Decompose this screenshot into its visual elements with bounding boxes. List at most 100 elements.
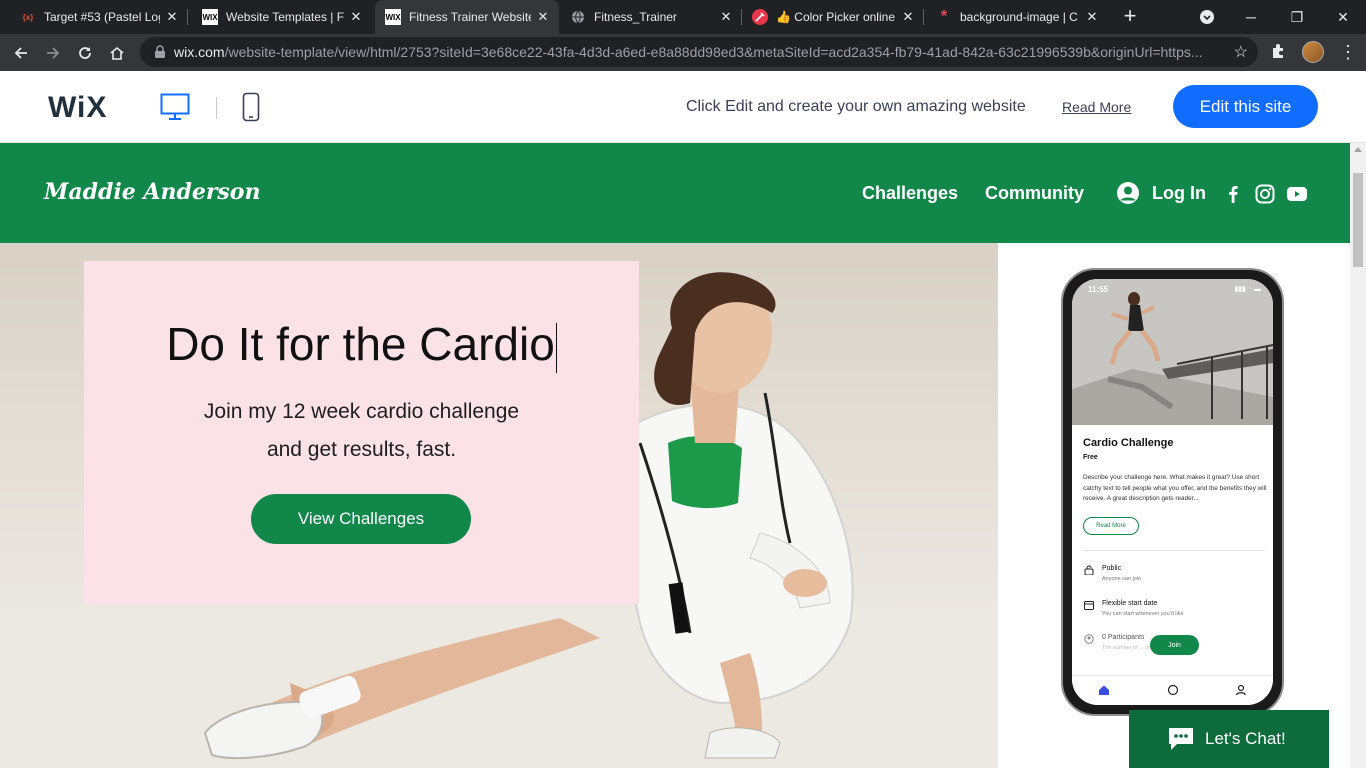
participants-icon [1084, 634, 1094, 644]
browser-tab[interactable]: * background-image | C ✕ [928, 0, 1108, 34]
tab-favicon-icon: * [940, 8, 948, 25]
phone-read-more-button[interactable]: Read More [1083, 517, 1139, 535]
back-icon[interactable] [8, 40, 34, 66]
browser-tab-active[interactable]: WIX Fitness Trainer Website ✕ [375, 0, 559, 34]
phone-status-icons: ▮▮▮ ◔ ▬ [1234, 286, 1261, 293]
tab-separator [741, 9, 742, 25]
url-host: wix.com [174, 44, 225, 60]
tab-favicon-icon: WIX [385, 9, 401, 25]
scroll-thumb[interactable] [1353, 173, 1363, 267]
wix-cta-text: Click Edit and create your own amazing w… [686, 98, 1026, 115]
restore-icon[interactable]: ❐ [1274, 0, 1320, 34]
text-caret [555, 322, 557, 373]
phone-mockup: 11:55 ▮▮▮ ◔ ▬ Cardio Challenge Free Desc… [1061, 268, 1284, 716]
globe-icon [570, 9, 586, 25]
tab-title: background-image | C [960, 10, 1078, 24]
phone-status-time: 11:55 [1088, 285, 1109, 294]
phone-challenge-price: Free [1083, 454, 1098, 461]
browser-tab[interactable]: Fitness_Trainer ✕ [562, 0, 742, 34]
reload-icon[interactable] [72, 40, 98, 66]
close-tab-icon[interactable]: ✕ [900, 9, 916, 25]
close-tab-icon[interactable]: ✕ [1084, 9, 1100, 25]
bookmark-star-icon[interactable]: ☆ [1234, 42, 1248, 62]
challenge-photo: 11:55 ▮▮▮ ◔ ▬ [1072, 279, 1273, 425]
user-avatar-icon[interactable] [1116, 181, 1140, 205]
tab-title: Fitness Trainer Website [409, 10, 531, 24]
hero-title: Do It for the Cardio [84, 317, 639, 373]
calendar-icon [1084, 601, 1094, 610]
phone-row-title: Flexible start date [1102, 600, 1158, 607]
lock-icon [1084, 565, 1094, 575]
phone-row-title: Public [1102, 565, 1122, 572]
phone-divider [1083, 550, 1265, 551]
hero-subtitle-line2: and get results, fast. [266, 438, 457, 461]
url-path: /website-template/view/html/2753?siteId=… [224, 44, 1203, 60]
address-bar[interactable]: wix.com/website-template/view/html/2753?… [140, 37, 1258, 67]
phone-row-title: 0 Participants [1102, 634, 1145, 641]
wix-preview-bar: WiX Click Edit and create your own amazi… [0, 71, 1366, 143]
profile-avatar[interactable] [1302, 41, 1324, 63]
tab-favicon-icon: {x} [22, 12, 34, 22]
challenge-image [1072, 279, 1273, 425]
wix-logo[interactable]: WiX [48, 91, 107, 125]
scroll-up-arrow-icon[interactable] [1354, 147, 1362, 152]
tab-favicon-icon: WIX [202, 9, 218, 25]
phone-row-subtitle: Anyone can join [1102, 576, 1142, 582]
hero-section: Do It for the Cardio Join my 12 week car… [0, 243, 998, 768]
close-tab-icon[interactable]: ✕ [164, 9, 180, 25]
login-link[interactable]: Log In [1152, 183, 1206, 204]
tab-title: Website Templates | Fr [226, 10, 344, 24]
hero-subtitle-line1: Join my 12 week cardio challenge [203, 400, 520, 423]
menu-dots-icon[interactable]: ⋮ [1338, 40, 1358, 64]
chat-bubble-icon[interactable] [1167, 684, 1179, 696]
home-icon[interactable] [1098, 684, 1110, 696]
desktop-view-icon[interactable] [160, 93, 190, 126]
hero-card: Do It for the Cardio Join my 12 week car… [84, 261, 639, 604]
mobile-view-icon[interactable] [242, 92, 260, 127]
phone-challenge-title: Cardio Challenge [1083, 437, 1174, 449]
tab-separator [187, 9, 188, 25]
wix-read-more-link[interactable]: Read More [1062, 99, 1131, 115]
nav-challenges[interactable]: Challenges [862, 183, 958, 204]
home-icon[interactable] [104, 40, 130, 66]
chat-icon [1169, 728, 1193, 750]
new-tab-button[interactable]: + [1118, 4, 1142, 28]
phone-screen: 11:55 ▮▮▮ ◔ ▬ Cardio Challenge Free Desc… [1072, 279, 1273, 705]
close-tab-icon[interactable]: ✕ [718, 9, 734, 25]
tab-title: 👍 Color Picker online [776, 10, 895, 24]
url-text: wix.com/website-template/view/html/2753?… [174, 44, 1214, 60]
chat-label: Let's Chat! [1205, 729, 1286, 748]
browser-tab[interactable]: 👍 Color Picker online ✕ [744, 0, 924, 34]
instagram-icon[interactable] [1254, 183, 1276, 205]
browser-tab[interactable]: WIX Website Templates | Fr ✕ [192, 0, 372, 34]
browser-tab-strip: {x} Target #53 (Pastel Log ✕ WIX Website… [0, 0, 1366, 34]
tab-title: Target #53 (Pastel Log [44, 10, 160, 24]
device-divider [216, 97, 217, 119]
close-tab-icon[interactable]: ✕ [348, 9, 364, 25]
profile-icon[interactable] [1235, 684, 1247, 696]
phone-challenge-description: Describe your challenge here. What makes… [1083, 474, 1267, 502]
tab-search-icon[interactable] [1184, 0, 1230, 34]
view-challenges-button[interactable]: View Challenges [251, 494, 471, 544]
tab-title: Fitness_Trainer [594, 10, 677, 24]
nav-community[interactable]: Community [985, 183, 1084, 204]
minimize-icon[interactable]: ─ [1228, 0, 1274, 34]
browser-tab[interactable]: {x} Target #53 (Pastel Log ✕ [8, 0, 188, 34]
lets-chat-button[interactable]: Let's Chat! [1129, 710, 1329, 768]
hero-subtitle: Join my 12 week cardio challenge and get… [84, 393, 639, 469]
phone-join-button[interactable]: Join [1150, 635, 1199, 655]
edit-site-button[interactable]: Edit this site [1173, 85, 1318, 128]
facebook-icon[interactable] [1222, 183, 1244, 205]
close-tab-icon[interactable]: ✕ [535, 9, 551, 25]
site-logo[interactable]: Maddie Anderson [44, 179, 260, 205]
phone-row-subtitle: You can start whenever you'd like [1102, 611, 1184, 617]
window-close-icon[interactable]: ✕ [1320, 0, 1366, 34]
lock-icon [155, 45, 165, 58]
phone-tab-bar [1072, 675, 1273, 705]
page-scrollbar[interactable] [1350, 143, 1366, 768]
tab-separator [923, 9, 924, 25]
youtube-icon[interactable] [1286, 183, 1308, 205]
extensions-icon[interactable] [1270, 42, 1290, 62]
site-header: Maddie Anderson Challenges Community Log… [0, 143, 1350, 243]
forward-icon[interactable] [40, 40, 66, 66]
